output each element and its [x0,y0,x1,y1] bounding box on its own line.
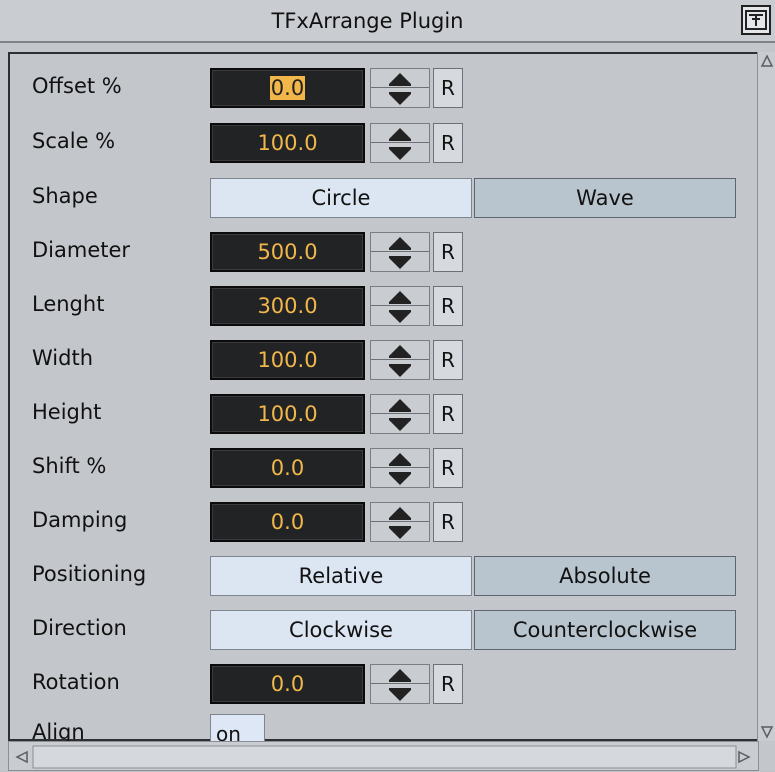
length-spinner[interactable] [370,286,430,326]
window-titlebar: TFxArrange Plugin [0,0,775,43]
damping-input[interactable]: 0.0 [210,502,365,542]
shift-decrement-button[interactable] [371,468,429,487]
scale-increment-button[interactable] [371,124,429,143]
length-label: Lenght [32,292,105,316]
diameter-increment-button[interactable] [371,233,429,252]
shift-reset-button[interactable]: R [433,448,463,488]
scale-input[interactable]: 100.0 [210,123,365,163]
height-spinner[interactable] [370,394,430,434]
width-label: Width [32,346,94,370]
length-reset-button[interactable]: R [433,286,463,326]
offset-decrement-button[interactable] [371,88,429,107]
diameter-spinner[interactable] [370,232,430,272]
shift-label: Shift % [32,454,107,478]
direction-clockwise-button[interactable]: Clockwise [210,610,472,650]
scale-reset-button[interactable]: R [433,123,463,163]
diameter-reset-button[interactable]: R [433,232,463,272]
diameter-row: Diameter 500.0 R [10,232,750,272]
scale-label: Scale % [32,129,116,153]
shift-row: Shift % 0.0 R [10,448,750,488]
length-increment-button[interactable] [371,287,429,306]
height-reset-button[interactable]: R [433,394,463,434]
width-input[interactable]: 100.0 [210,340,365,380]
direction-label: Direction [32,616,127,640]
offset-row: Offset % 0.0 R [10,68,750,108]
diameter-input[interactable]: 500.0 [210,232,365,272]
height-label: Height [32,400,102,424]
shape-label: Shape [32,184,98,208]
shift-spinner[interactable] [370,448,430,488]
damping-row: Damping 0.0 R [10,502,750,542]
plugin-menu-icon[interactable] [741,5,771,35]
length-input[interactable]: 300.0 [210,286,365,326]
shift-increment-button[interactable] [371,449,429,468]
offset-spinner[interactable] [370,68,430,108]
width-reset-button[interactable]: R [433,340,463,380]
offset-value: 0.0 [269,76,306,100]
rotation-input[interactable]: 0.0 [210,664,365,704]
direction-row: Direction Clockwise Counterclockwise [10,610,750,650]
damping-spinner[interactable] [370,502,430,542]
positioning-label: Positioning [32,562,147,586]
scale-decrement-button[interactable] [371,143,429,162]
damping-increment-button[interactable] [371,503,429,522]
offset-reset-button[interactable]: R [433,68,463,108]
scale-row: Scale % 100.0 R [10,123,750,163]
positioning-row: Positioning Relative Absolute [10,556,750,596]
height-row: Height 100.0 R [10,394,750,434]
rotation-spinner[interactable] [370,664,430,704]
diameter-decrement-button[interactable] [371,252,429,271]
width-spinner[interactable] [370,340,430,380]
offset-label: Offset % [32,74,122,98]
width-increment-button[interactable] [371,341,429,360]
width-decrement-button[interactable] [371,360,429,379]
positioning-absolute-button[interactable]: Absolute [474,556,736,596]
positioning-relative-button[interactable]: Relative [210,556,472,596]
shape-circle-button[interactable]: Circle [210,178,472,218]
direction-counterclockwise-button[interactable]: Counterclockwise [474,610,736,650]
height-input[interactable]: 100.0 [210,394,365,434]
shape-row: Shape Circle Wave [10,178,750,218]
height-decrement-button[interactable] [371,414,429,433]
rotation-label: Rotation [32,670,120,694]
rotation-increment-button[interactable] [371,665,429,684]
properties-panel: Offset % 0.0 R Scale % 100.0 R Shape Cir… [8,52,759,754]
height-increment-button[interactable] [371,395,429,414]
length-row: Lenght 300.0 R [10,286,750,326]
rotation-reset-button[interactable]: R [433,664,463,704]
damping-label: Damping [32,508,128,532]
window-title: TFxArrange Plugin [271,9,464,33]
vertical-scrollbar[interactable] [757,52,775,741]
offset-increment-button[interactable] [371,69,429,88]
rotation-decrement-button[interactable] [371,684,429,703]
damping-decrement-button[interactable] [371,522,429,541]
shift-input[interactable]: 0.0 [210,448,365,488]
offset-input[interactable]: 0.0 [210,68,365,108]
width-row: Width 100.0 R [10,340,750,380]
shape-wave-button[interactable]: Wave [474,178,736,218]
tfxarrange-plugin-window: TFxArrange Plugin Offset % 0.0 R Scale %… [0,0,775,771]
length-decrement-button[interactable] [371,306,429,325]
rotation-row: Rotation 0.0 R [10,664,750,704]
scale-spinner[interactable] [370,123,430,163]
damping-reset-button[interactable]: R [433,502,463,542]
horizontal-scrollbar[interactable] [8,741,759,771]
diameter-label: Diameter [32,238,131,262]
